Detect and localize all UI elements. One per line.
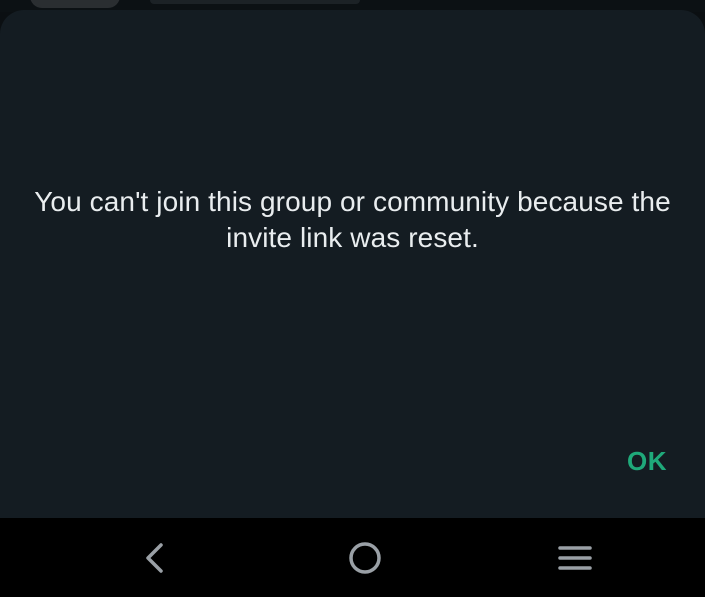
background-avatar	[30, 0, 120, 8]
recents-button[interactable]	[553, 536, 597, 580]
system-navigation-bar	[0, 518, 705, 597]
alert-dialog: You can't join this group or community b…	[0, 10, 705, 518]
background-text	[150, 0, 360, 4]
dialog-message: You can't join this group or community b…	[34, 186, 671, 253]
back-button[interactable]	[132, 536, 176, 580]
home-icon	[349, 542, 381, 574]
back-icon	[146, 543, 163, 573]
home-button[interactable]	[343, 536, 387, 580]
ok-button[interactable]: OK	[625, 442, 669, 481]
screen: You can't join this group or community b…	[0, 0, 705, 597]
recents-icon	[558, 546, 592, 570]
